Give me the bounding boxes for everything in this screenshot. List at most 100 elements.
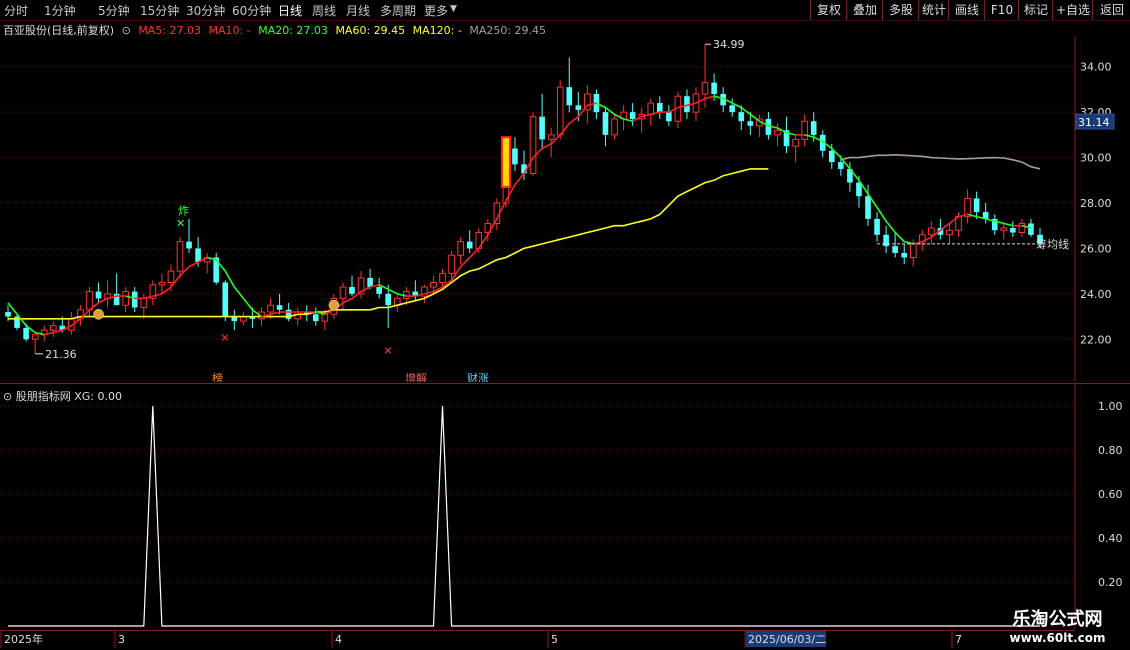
restore-rights-button[interactable]: 复权 — [810, 0, 847, 20]
candle-body — [946, 229, 953, 236]
zha-label: 炸 — [178, 205, 189, 218]
indicator-tick: 0.20 — [1098, 576, 1123, 589]
red-x-icon: ✕ — [220, 331, 229, 344]
candle-body — [629, 112, 636, 119]
candle-body — [376, 287, 382, 294]
candle-body — [611, 118, 618, 136]
candle-body — [349, 287, 355, 294]
candle-body — [901, 252, 908, 258]
candle-body — [466, 241, 473, 249]
price-tick: 28.00 — [1080, 197, 1112, 210]
money-bag-icon — [328, 299, 340, 311]
candle-body — [439, 272, 446, 284]
f10-button[interactable]: F10 — [984, 0, 1019, 20]
candle-body — [666, 112, 672, 122]
diamond-icon[interactable]: ◇ — [1042, 36, 1050, 37]
candle-body — [828, 150, 835, 163]
price-tick: 26.00 — [1080, 242, 1112, 255]
tab-15min[interactable]: 15分钟 — [140, 2, 179, 19]
candle-body — [575, 105, 582, 110]
high-price-label: 34.99 — [713, 38, 745, 51]
candle-body — [792, 138, 799, 147]
draw-line-button[interactable]: 画线 — [948, 0, 985, 20]
candle-body — [140, 297, 148, 308]
candle-body — [95, 291, 102, 299]
overlay-button[interactable]: 叠加 — [846, 0, 883, 20]
candle-body — [339, 286, 347, 299]
current-price: 31.14 — [1078, 116, 1110, 129]
multi-stock-button[interactable]: 多股 — [882, 0, 919, 20]
low-price-label: 21.36 — [45, 348, 77, 361]
red-x-icon: ✕ — [383, 345, 392, 358]
candle-body — [810, 121, 817, 135]
candle-body — [385, 293, 392, 306]
candle-body — [529, 116, 537, 174]
event-label: 榜 — [212, 371, 223, 382]
candle-body — [1018, 222, 1026, 234]
date-label: 2025年 — [4, 632, 43, 646]
price-tick: 34.00 — [1080, 61, 1112, 74]
tab-5min[interactable]: 5分钟 — [98, 2, 130, 19]
candle-body — [566, 87, 573, 106]
candle-body — [647, 102, 655, 115]
add-watchlist-button[interactable]: +自选 — [1052, 0, 1093, 20]
date-label: 4 — [335, 633, 342, 646]
watermark-url: www.60lt.com — [1009, 631, 1106, 645]
candle-body — [222, 282, 229, 317]
candle-body — [701, 82, 709, 95]
candle-body — [49, 325, 57, 331]
candle-body — [964, 197, 971, 218]
candle-body — [267, 304, 274, 313]
tab-multi-period[interactable]: 多周期 — [380, 2, 416, 19]
candle-body — [122, 291, 129, 306]
candle-body — [312, 314, 319, 322]
candle-body — [865, 196, 871, 219]
candle-body — [167, 270, 175, 283]
price-tick: 22.00 — [1080, 333, 1112, 346]
candle-body — [285, 309, 292, 319]
stats-button[interactable]: 统计 — [918, 0, 949, 20]
candle-body — [457, 241, 464, 256]
watermark-title: 乐淘公式网 — [1012, 609, 1103, 630]
ma5-line — [406, 102, 597, 297]
candle-body — [973, 198, 980, 213]
tab-30min[interactable]: 30分钟 — [186, 2, 225, 19]
candle-body — [31, 334, 39, 340]
candle-body — [321, 313, 329, 322]
ma250-line — [840, 153, 1041, 170]
more-caret-icon[interactable]: ▼ — [450, 4, 457, 14]
candle-body — [729, 105, 736, 113]
candlestick-chart[interactable]: 34.0032.0030.0028.0026.0024.0022.00 34.9… — [0, 36, 1130, 382]
tab-daily[interactable]: 日线 — [278, 2, 302, 19]
tab-more[interactable]: 更多 — [424, 2, 448, 19]
ma5-line — [378, 284, 407, 297]
tab-weekly[interactable]: 周线 — [312, 2, 336, 19]
candle-body — [883, 234, 889, 247]
tab-timeshare[interactable]: 分时 — [4, 2, 28, 19]
date-label: 7 — [955, 633, 962, 646]
indicator-chart[interactable]: 1.00 0.80 0.60 0.40 0.20 — [0, 384, 1130, 629]
indicator-tick: 0.80 — [1098, 444, 1123, 457]
chip-average-label: 筹均线 — [1036, 237, 1069, 251]
tab-monthly[interactable]: 月线 — [346, 2, 370, 19]
tab-60min[interactable]: 60分钟 — [232, 2, 271, 19]
date-label: 5 — [551, 633, 558, 646]
tab-1min[interactable]: 1分钟 — [44, 2, 76, 19]
back-button[interactable]: 返回 — [1092, 0, 1130, 20]
candle-body — [86, 291, 93, 311]
indicator-tick: 0.40 — [1098, 532, 1123, 545]
price-tick: 30.00 — [1080, 152, 1112, 165]
ma5-line — [967, 213, 1013, 227]
date-label: 2025/06/03/二 — [748, 633, 826, 646]
candle-body — [602, 112, 609, 135]
candle-body — [892, 246, 898, 253]
candle-body — [874, 218, 880, 235]
gear-icon[interactable]: ⊙ — [1058, 36, 1066, 37]
candle-body — [176, 241, 184, 272]
mark-button[interactable]: 标记 — [1018, 0, 1053, 20]
candle-body — [556, 86, 564, 136]
candle-body — [909, 243, 917, 259]
candle-body — [448, 254, 455, 274]
candle-body — [23, 327, 29, 340]
candle-body — [158, 282, 166, 286]
